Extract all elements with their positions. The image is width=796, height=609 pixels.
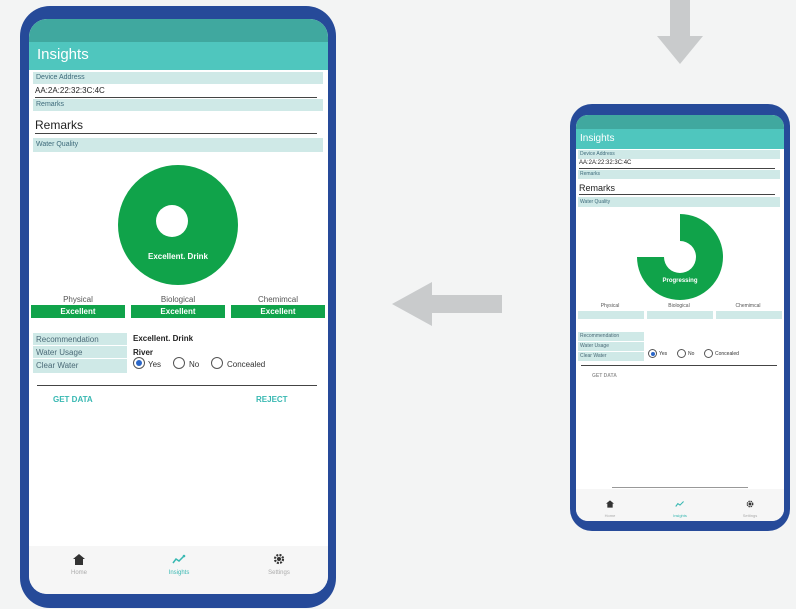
nav-insights-label: Insights: [673, 513, 687, 518]
nav-insights[interactable]: Insights: [658, 495, 702, 518]
status-bar: [576, 115, 784, 129]
bottom-nav: Home Insights Settings: [29, 546, 328, 594]
category-chemical-label: Chemimcal: [257, 295, 298, 304]
remarks-underline: [35, 133, 317, 134]
category-physical-badge: Excellent: [31, 305, 125, 318]
device-address-underline: [35, 97, 317, 98]
water-usage-label: Water Usage: [33, 346, 127, 358]
radio-no-label: No: [189, 360, 200, 369]
water-usage-label: Water Usage: [578, 342, 644, 351]
device-address-underline: [579, 168, 775, 169]
gauge-label: Progressing: [662, 278, 698, 284]
device-address-value[interactable]: AA:2A:22:32:3C:4C: [35, 86, 105, 95]
water-quality-label: Water Quality: [33, 138, 323, 152]
nav-home-label: Home: [604, 513, 616, 518]
clear-water-label: Clear Water: [578, 352, 644, 361]
recommendation-label: Recommendation: [33, 333, 127, 345]
nav-settings[interactable]: Settings: [728, 495, 772, 518]
remarks-input[interactable]: Remarks: [35, 118, 83, 132]
home-icon: [606, 500, 614, 508]
get-data-button[interactable]: GET DATA: [53, 395, 93, 404]
radio-concealed-label: Concealed: [715, 351, 739, 357]
nav-settings-label: Settings: [742, 513, 758, 518]
page-title: Insights: [580, 133, 615, 144]
radio-concealed[interactable]: [211, 357, 223, 369]
category-biological-badge: [647, 311, 713, 319]
nav-home[interactable]: Home: [49, 552, 109, 576]
category-chemical-badge: Excellent: [231, 305, 325, 318]
nav-insights-label: Insights: [168, 570, 190, 576]
remarks-label: Remarks: [33, 99, 323, 111]
category-physical-label: Physical: [600, 303, 620, 309]
radio-yes[interactable]: [133, 357, 145, 369]
category-physical-badge: [578, 311, 644, 319]
gauge-label: Excellent. Drink: [147, 252, 209, 261]
large-phone-frame: Insights Device Address AA:2A:22:32:3C:4…: [20, 6, 336, 608]
radio-yes[interactable]: [648, 349, 657, 358]
category-chemical-badge: [716, 311, 782, 319]
bottom-nav: Home Insights Settings: [576, 489, 784, 521]
remarks-underline: [579, 194, 775, 195]
category-biological-label: Biological: [160, 295, 196, 304]
actions-divider: [581, 365, 777, 366]
nav-home-label: Home: [70, 570, 87, 576]
recommendation-value: Excellent. Drink: [133, 334, 194, 343]
water-quality-gauge: [118, 165, 238, 285]
large-phone-screen: Insights Device Address AA:2A:22:32:3C:4…: [29, 19, 328, 594]
app-bar: Insights: [29, 42, 328, 70]
insights-icon: [675, 501, 684, 507]
small-phone-screen: Insights Device Address AA:2A:22:32:3C:4…: [576, 115, 784, 521]
category-biological-label: Biological: [668, 303, 690, 309]
device-address-value[interactable]: AA:2A:22:32:3C:4C: [579, 160, 631, 166]
device-address-label: Device Address: [578, 150, 780, 159]
nav-settings[interactable]: Settings: [249, 552, 309, 576]
nav-settings-label: Settings: [268, 570, 290, 576]
home-icon: [73, 554, 85, 565]
remarks-label: Remarks: [578, 170, 780, 179]
remarks-input[interactable]: Remarks: [579, 183, 615, 193]
radio-no-label: No: [688, 351, 695, 357]
category-chemical-label: Chemimcal: [735, 303, 761, 309]
water-usage-value: River: [133, 348, 154, 357]
radio-concealed[interactable]: [704, 349, 713, 358]
nav-home[interactable]: Home: [588, 495, 632, 518]
page-title: Insights: [37, 46, 89, 63]
get-data-button[interactable]: GET DATA: [592, 373, 617, 379]
category-physical-label: Physical: [63, 295, 93, 304]
actions-divider: [37, 385, 317, 386]
gear-icon: [746, 500, 754, 508]
clear-water-label: Clear Water: [33, 359, 127, 373]
progress-gauge: [637, 214, 723, 300]
small-phone-frame: Insights Device Address AA:2A:22:32:3C:4…: [570, 104, 790, 531]
app-bar: Insights: [576, 129, 784, 149]
water-quality-label: Water Quality: [578, 197, 780, 207]
radio-concealed-label: Concealed: [227, 360, 266, 369]
category-biological-badge: Excellent: [131, 305, 225, 318]
nav-insights[interactable]: Insights: [149, 552, 209, 576]
status-bar: [29, 19, 328, 42]
radio-no[interactable]: [677, 349, 686, 358]
gear-icon: [273, 553, 285, 565]
down-arrow-icon: [657, 0, 703, 64]
reject-button[interactable]: REJECT: [256, 395, 288, 404]
radio-yes-label: Yes: [659, 351, 668, 357]
recommendation-label: Recommendation: [578, 332, 644, 341]
insights-icon: [172, 554, 186, 564]
left-arrow-icon: [392, 282, 502, 326]
nav-divider: [612, 487, 748, 488]
device-address-label: Device Address: [33, 72, 323, 84]
radio-yes-label: Yes: [148, 360, 162, 369]
radio-no[interactable]: [173, 357, 185, 369]
